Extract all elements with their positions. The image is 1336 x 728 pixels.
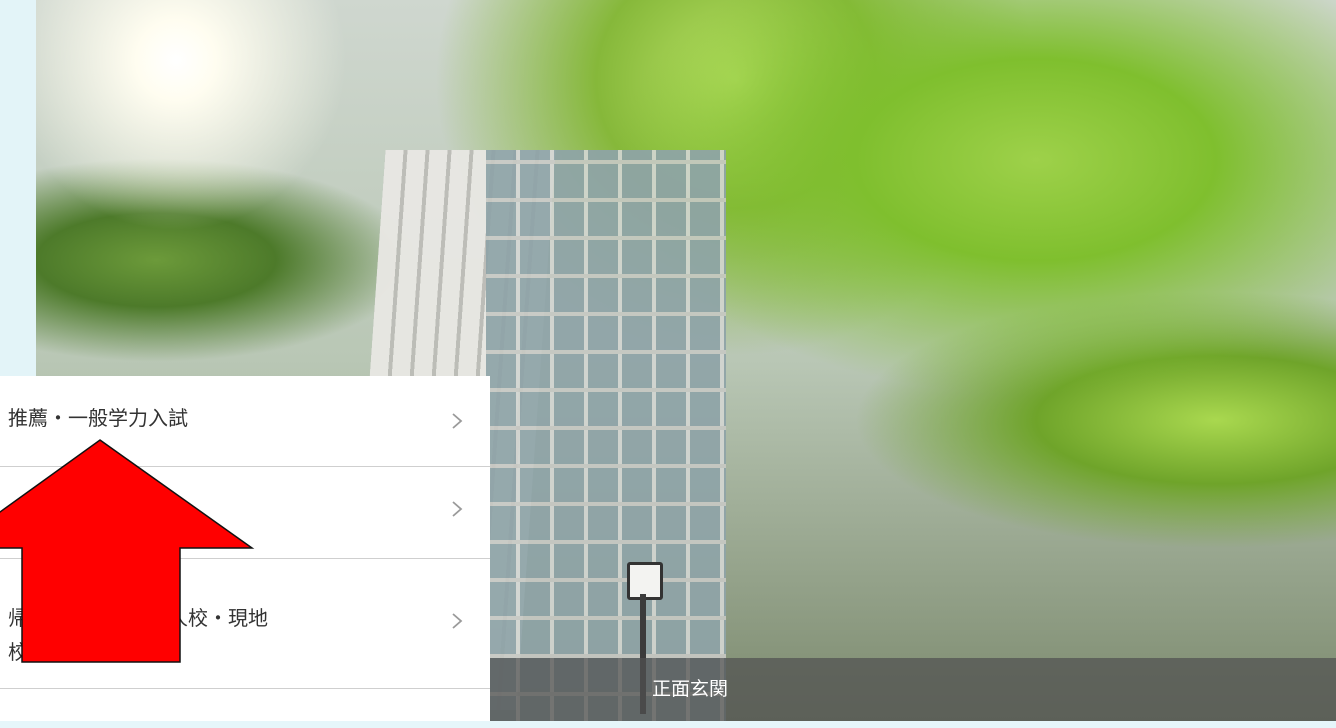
up-arrow-annotation	[0, 439, 255, 663]
